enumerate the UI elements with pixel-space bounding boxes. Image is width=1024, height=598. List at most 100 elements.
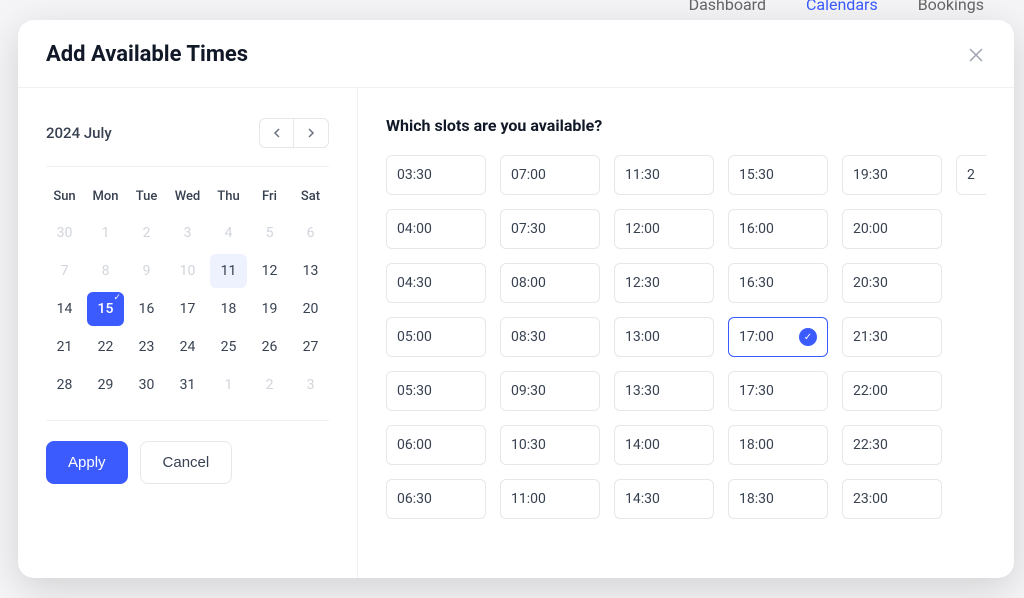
calendar-day[interactable]: 9	[128, 254, 165, 288]
calendar-day[interactable]: 12	[251, 254, 288, 288]
slot-label: 07:00	[511, 167, 546, 183]
calendar-day[interactable]: 15✓	[87, 292, 124, 326]
time-slot[interactable]: 17:30	[728, 371, 828, 411]
slot-label: 04:30	[397, 275, 432, 291]
calendar-dow: Sun	[46, 181, 83, 212]
time-slot[interactable]: 16:00	[728, 209, 828, 249]
next-month-button[interactable]	[294, 119, 328, 147]
slots-grid: 03:30 04:00 04:30 05:00 05:30 06:00 06:30 07:00…	[386, 155, 994, 519]
time-slot[interactable]: 08:00	[500, 263, 600, 303]
calendar-day[interactable]: 1	[87, 216, 124, 250]
calendar-day[interactable]: 21	[46, 330, 83, 364]
prev-month-button[interactable]	[260, 119, 294, 147]
slots-column: 11:30 12:00 12:30 13:00 13:30 14:00 14:30	[614, 155, 714, 519]
time-slot[interactable]: 07:30	[500, 209, 600, 249]
time-slot[interactable]: 23:00	[842, 479, 942, 519]
time-slot[interactable]: 14:00	[614, 425, 714, 465]
calendar-day[interactable]: 2	[251, 368, 288, 402]
time-slot[interactable]: 12:00	[614, 209, 714, 249]
slot-label: 11:30	[625, 167, 660, 183]
time-slot[interactable]: 17:00✓	[728, 317, 828, 357]
calendar-day[interactable]: 8	[87, 254, 124, 288]
calendar-day[interactable]: 30	[46, 216, 83, 250]
calendar-day[interactable]: 13	[292, 254, 329, 288]
time-slot[interactable]: 11:30	[614, 155, 714, 195]
calendar-day[interactable]: 4	[210, 216, 247, 250]
time-slot[interactable]: 03:30	[386, 155, 486, 195]
calendar-day[interactable]: 5	[251, 216, 288, 250]
calendar-month-label: 2024 July	[46, 124, 112, 142]
calendar-day[interactable]: 30	[128, 368, 165, 402]
calendar-day[interactable]: 11	[210, 254, 247, 288]
time-slot[interactable]: 04:30	[386, 263, 486, 303]
calendar-day[interactable]: 24	[169, 330, 206, 364]
calendar-day[interactable]: 28	[46, 368, 83, 402]
calendar-day[interactable]: 22	[87, 330, 124, 364]
time-slot[interactable]: 14:30	[614, 479, 714, 519]
calendar-day[interactable]: 7	[46, 254, 83, 288]
time-slot[interactable]: 19:30	[842, 155, 942, 195]
slot-label: 13:30	[625, 383, 660, 399]
slot-label: 17:00	[739, 329, 774, 345]
apply-button[interactable]: Apply	[46, 441, 128, 484]
calendar-day[interactable]: 19	[251, 292, 288, 326]
calendar-day[interactable]: 18	[210, 292, 247, 326]
time-slot[interactable]: 06:30	[386, 479, 486, 519]
calendar-day[interactable]: 14	[46, 292, 83, 326]
time-slot[interactable]: 06:00	[386, 425, 486, 465]
calendar-day[interactable]: 26	[251, 330, 288, 364]
calendar-nav	[259, 118, 329, 148]
calendar-day[interactable]: 1	[210, 368, 247, 402]
slot-label: 05:00	[397, 329, 432, 345]
time-slot[interactable]: 10:30	[500, 425, 600, 465]
time-slot[interactable]: 09:30	[500, 371, 600, 411]
time-slot[interactable]: 15:30	[728, 155, 828, 195]
calendar-day[interactable]: 17	[169, 292, 206, 326]
time-slot[interactable]: 13:30	[614, 371, 714, 411]
time-slot[interactable]: 18:00	[728, 425, 828, 465]
slot-label: 2	[967, 167, 975, 183]
modal-title: Add Available Times	[46, 42, 248, 67]
calendar-day[interactable]: 6	[292, 216, 329, 250]
time-slot[interactable]: 12:30	[614, 263, 714, 303]
nav-dashboard[interactable]: Dashboard	[689, 0, 766, 14]
calendar-day[interactable]: 16	[128, 292, 165, 326]
slot-label: 12:00	[625, 221, 660, 237]
nav-bookings[interactable]: Bookings	[918, 0, 984, 14]
time-slot[interactable]: 16:30	[728, 263, 828, 303]
calendar-day[interactable]: 3	[169, 216, 206, 250]
calendar-day[interactable]: 3	[292, 368, 329, 402]
calendar-day[interactable]: 23	[128, 330, 165, 364]
slot-label: 04:00	[397, 221, 432, 237]
time-slot[interactable]: 07:00	[500, 155, 600, 195]
calendar-day[interactable]: 27	[292, 330, 329, 364]
calendar-day[interactable]: 29	[87, 368, 124, 402]
slot-label: 20:30	[853, 275, 888, 291]
time-slot[interactable]: 21:30	[842, 317, 942, 357]
time-slot[interactable]: 04:00	[386, 209, 486, 249]
slot-label: 10:30	[511, 437, 546, 453]
time-slot[interactable]: 08:30	[500, 317, 600, 357]
calendar-day[interactable]: 31	[169, 368, 206, 402]
time-slot[interactable]: 05:30	[386, 371, 486, 411]
cancel-button[interactable]: Cancel	[140, 441, 233, 484]
nav-calendars[interactable]: Calendars	[806, 0, 878, 14]
calendar-day[interactable]: 25	[210, 330, 247, 364]
time-slot[interactable]: 13:00	[614, 317, 714, 357]
time-slot[interactable]: 05:00	[386, 317, 486, 357]
time-slot[interactable]: 2	[956, 155, 986, 195]
slot-label: 08:00	[511, 275, 546, 291]
calendar-day[interactable]: 2	[128, 216, 165, 250]
calendar-day[interactable]: 10	[169, 254, 206, 288]
time-slot[interactable]: 18:30	[728, 479, 828, 519]
time-slot[interactable]: 22:30	[842, 425, 942, 465]
time-slot[interactable]: 20:30	[842, 263, 942, 303]
time-slot[interactable]: 22:00	[842, 371, 942, 411]
slot-label: 17:30	[739, 383, 774, 399]
calendar-day[interactable]: 20	[292, 292, 329, 326]
calendar-dow: Thu	[210, 181, 247, 212]
close-icon	[969, 48, 983, 62]
time-slot[interactable]: 11:00	[500, 479, 600, 519]
time-slot[interactable]: 20:00	[842, 209, 942, 249]
close-button[interactable]	[966, 45, 986, 65]
